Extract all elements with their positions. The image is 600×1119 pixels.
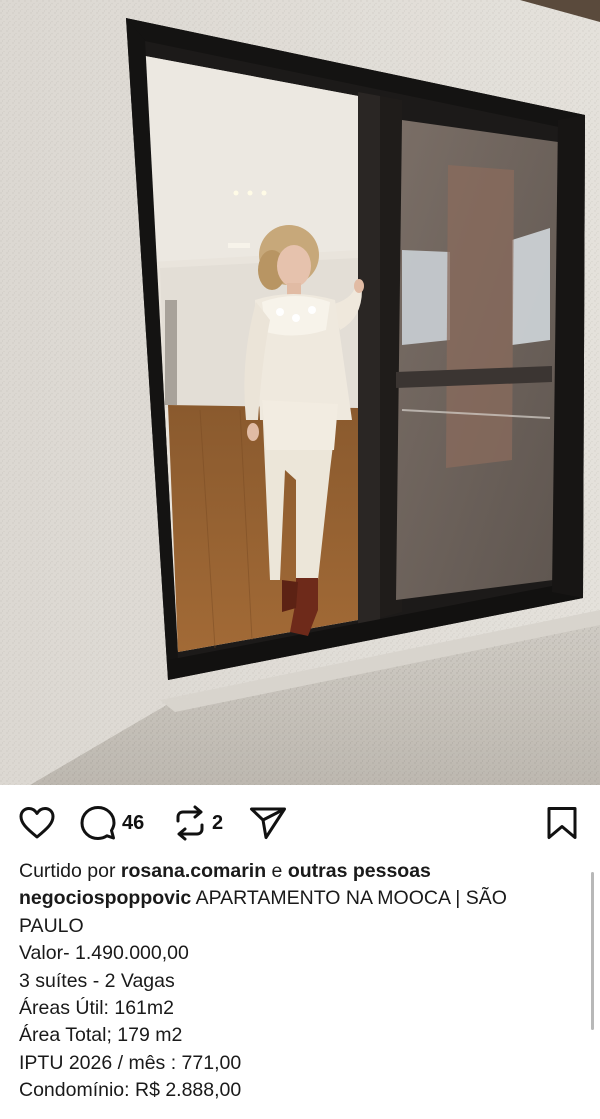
caption-line: Áreas Útil: 161m2 bbox=[19, 997, 174, 1020]
scrollbar[interactable] bbox=[591, 872, 594, 1030]
liked-by: Curtido por rosana.comarin e outras pess… bbox=[19, 858, 567, 885]
comments-count: 46 bbox=[122, 811, 145, 834]
caption-line: Valor- 1.490.000,00 bbox=[19, 942, 189, 965]
post-caption: Curtido por rosana.comarin e outras pess… bbox=[19, 858, 567, 1105]
post: 46 2 Curtido por rosana.comarin e outras… bbox=[0, 0, 600, 1119]
caption-line: IPTU 2026 / mês : 771,00 bbox=[19, 1051, 242, 1074]
send-icon bbox=[249, 806, 287, 840]
action-bar: 46 2 bbox=[0, 795, 600, 851]
post-photo[interactable] bbox=[0, 0, 600, 785]
liked-by-user[interactable]: rosana.comarin bbox=[121, 860, 266, 882]
liked-by-others[interactable]: outras pessoas bbox=[288, 860, 431, 882]
caption-line: 3 suítes - 2 Vagas bbox=[19, 969, 175, 992]
caption-headline-row: negociospoppovic APARTAMENTO NA MOOCA | … bbox=[19, 885, 567, 940]
repost-button[interactable]: 2 bbox=[174, 795, 223, 851]
caption-author[interactable]: negociospoppovic bbox=[19, 887, 191, 909]
reposts-count: 2 bbox=[212, 811, 224, 834]
like-button[interactable] bbox=[18, 795, 56, 851]
comment-button[interactable]: 46 bbox=[80, 795, 144, 851]
caption-line: Condomínio: R$ 2.888,00 bbox=[19, 1079, 242, 1102]
liked-by-joiner: e bbox=[271, 860, 283, 882]
liked-by-prefix: Curtido por bbox=[19, 860, 116, 882]
save-button[interactable] bbox=[546, 795, 578, 851]
share-button[interactable] bbox=[249, 795, 287, 851]
heart-icon bbox=[18, 806, 56, 840]
repost-icon bbox=[174, 805, 206, 841]
caption-line: Área Total; 179 m2 bbox=[19, 1024, 183, 1047]
comment-bubble-icon bbox=[80, 805, 116, 841]
bookmark-icon bbox=[546, 806, 578, 840]
